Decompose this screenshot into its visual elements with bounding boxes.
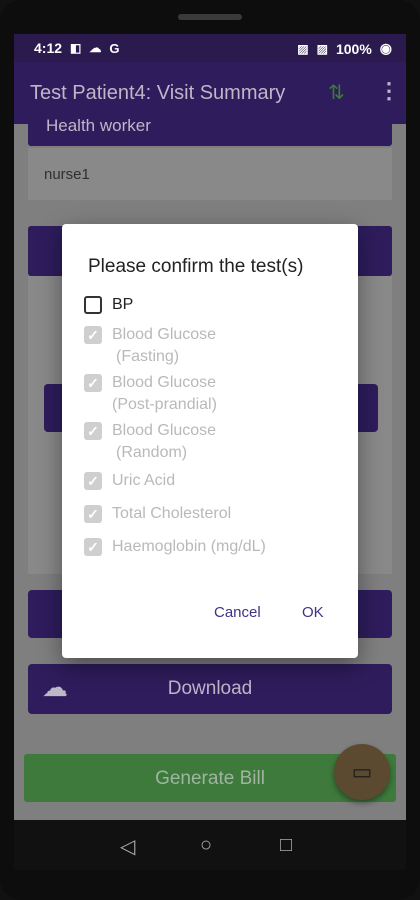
- health-worker-header: Health worker: [28, 116, 392, 146]
- battery-icon: ◉: [379, 40, 392, 56]
- option-uric-acid: ✓ Uric Acid: [84, 470, 282, 492]
- device-frame: 4:12 ◧ ☁ G ▨ ▨ 100% ◉ Test Patient4: Vis…: [0, 0, 420, 900]
- option-label-line1: Blood Glucose: [112, 374, 217, 391]
- download-button[interactable]: ☁ Download: [28, 664, 392, 714]
- checkbox-blood-glucose-random: ✓: [84, 422, 102, 440]
- dialog-title: Please confirm the test(s): [88, 256, 304, 277]
- option-label: Haemoglobin (mg/dL): [112, 538, 266, 555]
- health-worker-value: nurse1: [44, 166, 90, 183]
- battery-percent: 100%: [335, 40, 372, 57]
- checkbox-blood-glucose-post-prandial: ✓: [84, 374, 102, 392]
- checkbox-total-cholesterol: ✓: [84, 505, 102, 523]
- more-options-icon[interactable]: ⋮: [378, 78, 400, 104]
- checkbox-bp[interactable]: [84, 296, 102, 314]
- option-label: BP: [112, 296, 134, 313]
- option-label: Blood Glucose (Post-prandial): [112, 372, 282, 416]
- option-label: Blood Glucose (Fasting): [112, 324, 282, 368]
- option-label-line2: (Post-prandial): [112, 396, 217, 413]
- chat-fab[interactable]: ▭: [334, 744, 390, 800]
- option-label-line1: Blood Glucose: [112, 422, 217, 439]
- chat-icon: ▭: [351, 759, 373, 784]
- checkbox-haemoglobin: ✓: [84, 538, 102, 556]
- app-bar: Test Patient4: Visit Summary ⇅ ⋮: [14, 62, 406, 124]
- cloud-icon: ☁: [89, 41, 102, 55]
- checkbox-uric-acid: ✓: [84, 472, 102, 490]
- status-time: 4:12: [34, 40, 63, 56]
- health-worker-label: Health worker: [46, 116, 151, 135]
- download-label: Download: [167, 678, 253, 699]
- cancel-button[interactable]: Cancel: [214, 604, 261, 621]
- no-sim-icon: ▨: [297, 41, 309, 56]
- option-haemoglobin: ✓ Haemoglobin (mg/dL): [84, 536, 282, 558]
- health-worker-card: nurse1: [28, 148, 392, 200]
- option-label-line2: (Random): [116, 444, 188, 461]
- option-total-cholesterol: ✓ Total Cholesterol: [84, 503, 282, 525]
- recents-icon[interactable]: □: [280, 834, 292, 857]
- speaker-grille: [178, 14, 242, 20]
- back-icon[interactable]: ◁: [120, 834, 135, 859]
- sync-icon[interactable]: ⇅: [328, 80, 345, 105]
- page-title: Test Patient4: Visit Summary: [30, 82, 286, 104]
- confirm-tests-dialog: Please confirm the test(s) BP ✓ Blood Gl…: [62, 224, 358, 658]
- ok-button[interactable]: OK: [302, 604, 324, 621]
- option-label: Total Cholesterol: [112, 505, 232, 522]
- option-blood-glucose-post-prandial: ✓ Blood Glucose (Post-prandial): [84, 372, 282, 416]
- option-label-line1: Blood Glucose: [112, 326, 217, 343]
- option-label: Blood Glucose (Random): [112, 420, 282, 464]
- notification-icon: ◧: [70, 41, 82, 55]
- option-blood-glucose-random: ✓ Blood Glucose (Random): [84, 420, 282, 464]
- option-bp[interactable]: BP: [84, 294, 282, 316]
- screen: 4:12 ◧ ☁ G ▨ ▨ 100% ◉ Test Patient4: Vis…: [14, 34, 406, 870]
- google-icon: G: [109, 40, 120, 56]
- option-label: Uric Acid: [112, 472, 176, 489]
- system-nav-bar: ◁ ○ □: [14, 820, 406, 870]
- home-icon[interactable]: ○: [200, 834, 212, 857]
- status-bar: 4:12 ◧ ☁ G ▨ ▨ 100% ◉: [14, 34, 406, 62]
- option-blood-glucose-fasting: ✓ Blood Glucose (Fasting): [84, 324, 282, 368]
- no-sim-icon-2: ▨: [316, 41, 328, 56]
- option-label-line2: (Fasting): [116, 348, 180, 365]
- checkbox-blood-glucose-fasting: ✓: [84, 326, 102, 344]
